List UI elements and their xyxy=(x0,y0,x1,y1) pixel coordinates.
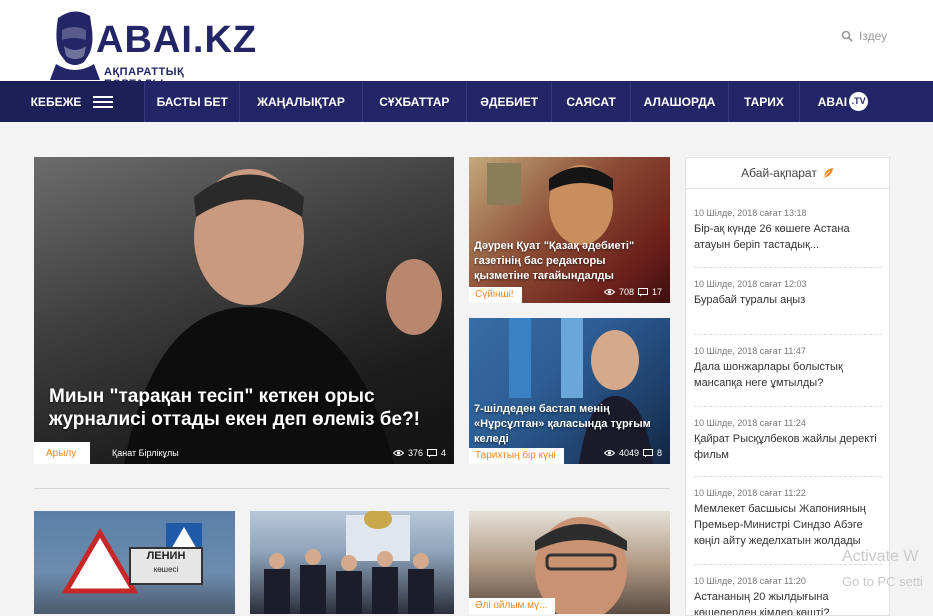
nav-item-alashorda[interactable]: АЛАШОРДА xyxy=(631,81,730,122)
main-story-card[interactable]: Миын "тарақан тесіп" кеткен орыс журнали… xyxy=(34,157,454,464)
site-header: ABAI.KZ АҚПАРАТТЫҚ ПОРТАЛЫ Іздеу xyxy=(0,0,933,90)
story-thumbnail-2[interactable] xyxy=(250,511,454,614)
search-icon xyxy=(841,30,853,42)
leaders-group-image xyxy=(264,511,434,614)
hamburger-icon xyxy=(93,95,114,108)
tv-badge: .TV xyxy=(849,92,869,111)
story-thumbnail-3-category[interactable]: Әлі ойлым мү... xyxy=(469,598,556,614)
sidebar-header: Абай-ақпарат xyxy=(686,158,889,189)
feed-item-date: 10 Шілде, 2018 сағат 11:22 xyxy=(694,488,806,498)
story-thumbnail-1[interactable]: ЛЕНИН көшесі xyxy=(34,511,235,614)
feed-item[interactable]: 10 Шілде, 2018 сағат 11:22 Мемлекет басш… xyxy=(694,488,882,549)
nav-tv-label: ABAI xyxy=(817,94,848,109)
main-story-title[interactable]: Миын "тарақан тесіп" кеткен орыс журнали… xyxy=(49,385,429,431)
street-sign: ЛЕНИН көшесі xyxy=(129,547,203,585)
side-story-title-2[interactable]: 7-шілдеден бастап менің «Нұрсұлтан» қала… xyxy=(474,402,664,447)
feed-item-title[interactable]: Қайрат Рысқұлбеков жайлы деректі фильм xyxy=(694,431,882,463)
story-thumbnail-3[interactable]: Әлі ойлым мү... xyxy=(469,511,670,614)
feed-item[interactable]: 10 Шілде, 2018 сағат 13:18 Бір-ақ күнде … xyxy=(694,208,882,253)
feed-item-title[interactable]: Астананың 20 жылдығына көшелерден кімдер… xyxy=(694,589,882,615)
side-story-card-2[interactable]: 7-шілдеден бастап менің «Нұрсұлтан» қала… xyxy=(469,318,670,464)
search-label: Іздеу xyxy=(859,29,888,43)
feed-item-date: 10 Шілде, 2018 сағат 11:47 xyxy=(694,346,806,356)
side-story-card-1[interactable]: Дәурен Қуат "Қазақ әдебиеті" газетінің б… xyxy=(469,157,670,303)
search-button[interactable]: Іздеу xyxy=(841,29,887,43)
main-story-views: 376 xyxy=(407,448,423,458)
comment-icon xyxy=(426,448,437,457)
side-story-stats-1: 708 17 xyxy=(603,287,662,297)
side-story-stats-2: 4049 8 xyxy=(603,448,662,458)
comment-icon xyxy=(637,287,648,296)
side-story-comments-2: 8 xyxy=(656,448,662,458)
feed-separator xyxy=(694,476,882,477)
nav-item-interviews[interactable]: СҰХБАТТАР xyxy=(363,81,467,122)
nav-menu-toggle[interactable]: КЕБЕЖЕ xyxy=(0,81,146,122)
side-story-comments-1: 17 xyxy=(651,287,662,297)
feed-item-title[interactable]: Бурабай туралы аңыз xyxy=(694,292,882,308)
feed-item-title[interactable]: Мемлекет басшысы Жапонияның Премьер-Мини… xyxy=(694,501,882,549)
feed-item-date: 10 Шілде, 2018 сағат 11:24 xyxy=(694,418,806,428)
nav-menu-label: КЕБЕЖЕ xyxy=(30,94,82,109)
feed-item-date: 10 Шілде, 2018 сағат 13:18 xyxy=(694,208,807,218)
comment-icon xyxy=(642,448,653,457)
nav-item-abai-tv[interactable]: ABAI .TV xyxy=(800,81,933,122)
feed-separator xyxy=(694,334,882,335)
site-logo[interactable]: ABAI.KZ АҚПАРАТТЫҚ ПОРТАЛЫ xyxy=(44,6,256,90)
feed-item-title[interactable]: Бір-ақ күнде 26 көшеге Астана атауын бер… xyxy=(694,221,882,253)
eye-icon xyxy=(603,289,615,295)
activation-watermark: Activate W xyxy=(842,548,919,565)
feather-icon xyxy=(822,168,833,178)
feed-item[interactable]: 10 Шілде, 2018 сағат 12:03 Бурабай турал… xyxy=(694,279,882,308)
main-nav: КЕБЕЖЕ БАСТЫ БЕТ ЖАҢАЛЫҚТАР СҰХБАТТАР ӘД… xyxy=(0,81,933,122)
side-story-views-1: 708 xyxy=(618,287,634,297)
nav-item-history[interactable]: ТАРИХ xyxy=(729,81,800,122)
street-sign-name: ЛЕНИН xyxy=(146,550,186,562)
feed-separator xyxy=(694,406,882,407)
side-story-title-1[interactable]: Дәурен Қуат "Қазақ әдебиеті" газетінің б… xyxy=(474,239,664,284)
feed-item[interactable]: 10 Шілде, 2018 сағат 11:24 Қайрат Рысқұл… xyxy=(694,418,882,463)
sidebar-title: Абай-ақпарат xyxy=(741,166,817,180)
nav-item-home[interactable]: БАСТЫ БЕТ xyxy=(145,81,241,122)
street-sign-sub: көшесі xyxy=(153,565,179,574)
nav-item-politics[interactable]: САЯСАТ xyxy=(552,81,631,122)
main-story-stats: 376 4 xyxy=(392,448,446,458)
section-divider xyxy=(34,488,670,489)
main-story-author[interactable]: Қанат Бірлікұлы xyxy=(112,448,179,458)
feed-item[interactable]: 10 Шілде, 2018 сағат 11:47 Дала шонжарла… xyxy=(694,346,882,391)
eye-icon xyxy=(392,450,404,456)
side-story-category-2[interactable]: Тарихтың бір күні xyxy=(469,448,564,464)
side-story-views-2: 4049 xyxy=(618,448,639,458)
side-story-category-1[interactable]: Сүйінші! xyxy=(469,287,522,303)
nav-item-literature[interactable]: ӘДЕБИЕТ xyxy=(467,81,553,122)
feed-item-title[interactable]: Дала шонжарлары болыстық мансапқа неге ұ… xyxy=(694,359,882,391)
main-story-comments: 4 xyxy=(440,448,446,458)
feed-item-date: 10 Шілде, 2018 сағат 12:03 xyxy=(694,279,807,289)
nav-item-news[interactable]: ЖАҢАЛЫҚТАР xyxy=(240,81,363,122)
eye-icon xyxy=(603,450,615,456)
activation-watermark-sub: Go to PC setti xyxy=(842,574,923,589)
feed-separator xyxy=(694,267,882,268)
logo-text: ABAI.KZ xyxy=(96,19,258,61)
main-story-category[interactable]: Арылу xyxy=(34,442,91,464)
